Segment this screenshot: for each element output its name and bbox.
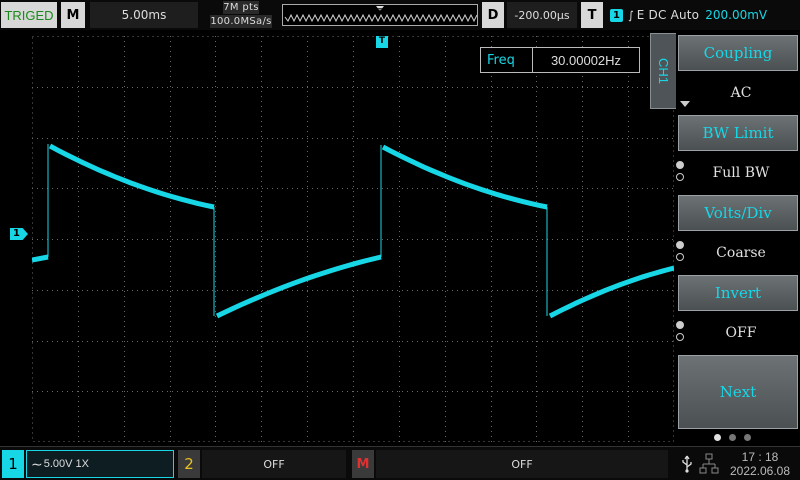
- bw-limit-button[interactable]: BW Limit: [678, 115, 798, 151]
- acquisition-info: 7M pts 100.0MSa/s: [202, 1, 280, 29]
- rising-edge-icon: ∫: [628, 8, 634, 22]
- menu-item-coupling[interactable]: Coupling AC: [676, 33, 800, 113]
- graticule: [32, 36, 674, 442]
- top-status-bar: TRIGED M 5.00ms 7M pts 100.0MSa/s T D -2…: [0, 0, 800, 30]
- memory-depth: 7M pts: [223, 1, 259, 14]
- coupling-value: AC: [730, 85, 752, 101]
- trigger-channel-badge: 1: [610, 8, 623, 22]
- math-button[interactable]: M: [352, 450, 374, 478]
- timebase-value[interactable]: 5.00ms: [90, 2, 198, 28]
- network-icon: [698, 450, 720, 478]
- menu-item-volts-div[interactable]: Volts/Div Coarse: [676, 193, 800, 273]
- waveform-segment: [32, 254, 49, 263]
- invert-value: OFF: [725, 325, 757, 341]
- usb-icon: [678, 450, 696, 478]
- horizontal-position-value[interactable]: -200.00µs: [507, 2, 577, 28]
- clock-date: 2022.06.08: [729, 464, 791, 478]
- menu-item-bw-limit[interactable]: BW Limit Full BW: [676, 113, 800, 193]
- waveform-segment: [215, 254, 382, 319]
- sample-rate: 100.0MSa/s: [210, 15, 272, 28]
- knob-select-icon: [676, 321, 686, 347]
- ch2-state[interactable]: OFF: [202, 450, 346, 478]
- clock: 17 : 18 2022.06.08: [722, 449, 798, 479]
- coupling-button[interactable]: Coupling: [678, 35, 798, 71]
- ch1-settings[interactable]: ∼ 5.00V 1X: [26, 450, 174, 478]
- page-dot: [714, 434, 721, 441]
- invert-button[interactable]: Invert: [678, 275, 798, 311]
- bottom-channel-bar: 1 ∼ 5.00V 1X 2 OFF M OFF 17 : 18 2022.06…: [0, 446, 800, 480]
- svg-text:T: T: [377, 7, 383, 15]
- bw-limit-value: Full BW: [712, 165, 770, 181]
- ch1-offset-marker[interactable]: 1: [10, 228, 28, 240]
- trigger-status: TRIGED: [1, 2, 57, 28]
- memory-position-waveform: T: [284, 6, 477, 23]
- volts-div-value: Coarse: [716, 245, 766, 261]
- measurement-value: 30.00002Hz: [550, 52, 622, 68]
- next-page-button[interactable]: Next: [678, 355, 798, 429]
- knob-select-icon: [676, 241, 686, 267]
- side-menu: Coupling AC BW Limit Full BW Volts/Div C…: [676, 33, 800, 433]
- trigger-settings[interactable]: 1 ∫ E DC Auto 200.00mV: [606, 2, 800, 28]
- measurement-label: Freq: [481, 48, 533, 72]
- page-dot: [729, 434, 736, 441]
- knob-select-icon: [676, 161, 686, 187]
- menu-page-indicator: [714, 434, 774, 442]
- delay-button[interactable]: D: [482, 2, 504, 28]
- channel-tab-label: CH1: [656, 57, 671, 84]
- clock-time: 17 : 18: [741, 450, 779, 464]
- waveform-segment: [48, 143, 215, 210]
- ac-coupling-icon: ∼: [31, 455, 43, 472]
- trigger-level: 200.00mV: [705, 8, 768, 22]
- waveform-segment: [548, 265, 674, 319]
- trigger-button[interactable]: T: [581, 2, 603, 28]
- waveform-display[interactable]: Freq 30.00002Hz: [32, 36, 674, 442]
- trigger-position-marker[interactable]: T: [376, 36, 388, 48]
- ch1-scale: 5.00V 1X: [43, 458, 89, 470]
- horizontal-mode-button[interactable]: M: [61, 2, 85, 28]
- ch1-button[interactable]: 1: [2, 450, 24, 478]
- frequency-measurement[interactable]: Freq 30.00002Hz: [480, 47, 640, 73]
- page-dot: [744, 434, 751, 441]
- volts-div-button[interactable]: Volts/Div: [678, 195, 798, 231]
- channel-menu-tab: CH1: [650, 33, 676, 109]
- memory-position-bar: T: [282, 4, 478, 26]
- ch2-button[interactable]: 2: [178, 450, 200, 478]
- trigger-settings-text: E DC Auto: [636, 8, 700, 22]
- waveform-segment: [381, 144, 548, 210]
- math-state[interactable]: OFF: [376, 450, 668, 478]
- menu-item-invert[interactable]: Invert OFF: [676, 273, 800, 353]
